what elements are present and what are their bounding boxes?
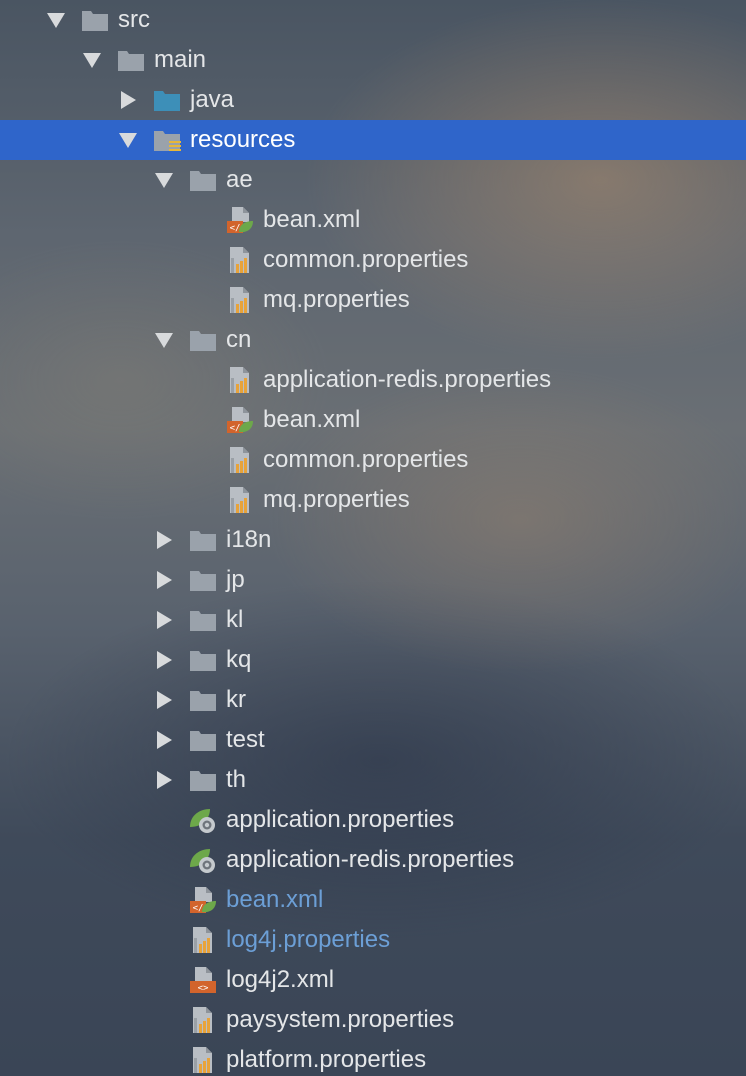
folder-icon <box>188 325 218 355</box>
tree-row-label: bean.xml <box>226 886 324 913</box>
tree-row-i18n[interactable]: i18n <box>0 520 746 560</box>
svg-text:<>: <> <box>198 984 209 994</box>
properties-file-icon <box>225 445 255 475</box>
tree-row-label: ae <box>226 166 253 193</box>
tree-row-application-redis-properties[interactable]: application-redis.properties <box>0 360 746 400</box>
properties-file-icon <box>225 245 255 275</box>
folder-icon <box>188 645 218 675</box>
properties-file-icon <box>188 925 218 955</box>
folder-icon <box>188 685 218 715</box>
properties-file-icon <box>188 1045 218 1075</box>
tree-row-label: java <box>190 86 235 113</box>
tree-row-label: resources <box>190 126 296 153</box>
tree-row-label: platform.properties <box>226 1046 427 1073</box>
folder-icon <box>188 565 218 595</box>
collapse-arrow-right-icon[interactable] <box>154 650 174 670</box>
spring-boot-properties-icon <box>188 845 218 875</box>
tree-row-label: application-redis.properties <box>263 366 552 393</box>
tree-row-label: test <box>226 726 265 753</box>
expand-arrow-down-icon[interactable] <box>118 130 138 150</box>
tree-row-label: log4j.properties <box>226 926 391 953</box>
svg-text:</: </ <box>230 424 241 434</box>
tree-row-src[interactable]: src <box>0 0 746 40</box>
tree-row-common-properties[interactable]: common.properties <box>0 240 746 280</box>
tree-row-bean-xml[interactable]: </ bean.xml <box>0 400 746 440</box>
tree-row-main[interactable]: main <box>0 40 746 80</box>
tree-row-java[interactable]: java <box>0 80 746 120</box>
source-folder-icon <box>152 85 182 115</box>
tree-row-label: common.properties <box>263 446 469 473</box>
spring-xml-icon: </ <box>225 205 255 235</box>
properties-file-icon <box>188 1005 218 1035</box>
folder-icon <box>188 765 218 795</box>
tree-row-label: bean.xml <box>263 206 361 233</box>
tree-row-jp[interactable]: jp <box>0 560 746 600</box>
tree-row-common-properties[interactable]: common.properties <box>0 440 746 480</box>
folder-icon <box>80 5 110 35</box>
tree-row-mq-properties[interactable]: mq.properties <box>0 480 746 520</box>
tree-row-label: kr <box>226 686 246 713</box>
tree-row-kr[interactable]: kr <box>0 680 746 720</box>
tree-row-label: application-redis.properties <box>226 846 515 873</box>
tree-row-test[interactable]: test <box>0 720 746 760</box>
collapse-arrow-right-icon[interactable] <box>154 770 174 790</box>
collapse-arrow-right-icon[interactable] <box>154 530 174 550</box>
collapse-arrow-right-icon[interactable] <box>118 90 138 110</box>
tree-row-label: src <box>118 6 150 33</box>
tree-row-platform-properties[interactable]: platform.properties <box>0 1040 746 1076</box>
tree-row-label: application.properties <box>226 806 455 833</box>
expand-arrow-down-icon[interactable] <box>46 10 66 30</box>
tree-row-label: cn <box>226 326 252 353</box>
spring-xml-icon: </ <box>188 885 218 915</box>
tree-row-label: th <box>226 766 247 793</box>
svg-text:</: </ <box>230 224 241 234</box>
properties-file-icon <box>225 365 255 395</box>
tree-row-log4j2-xml[interactable]: <> log4j2.xml <box>0 960 746 1000</box>
tree-row-kl[interactable]: kl <box>0 600 746 640</box>
tree-row-label: kl <box>226 606 244 633</box>
xml-file-icon: <> <box>188 965 218 995</box>
tree-row-label: common.properties <box>263 246 469 273</box>
tree-row-bean-xml[interactable]: </ bean.xml <box>0 880 746 920</box>
folder-icon <box>188 525 218 555</box>
tree-row-label: mq.properties <box>263 286 410 313</box>
tree-row-application-properties[interactable]: application.properties <box>0 800 746 840</box>
properties-file-icon <box>225 285 255 315</box>
tree-row-resources[interactable]: resources <box>0 120 746 160</box>
tree-row-label: log4j2.xml <box>226 966 335 993</box>
expand-arrow-down-icon[interactable] <box>82 50 102 70</box>
folder-icon <box>188 165 218 195</box>
tree-row-log4j-properties[interactable]: log4j.properties <box>0 920 746 960</box>
spring-boot-properties-icon <box>188 805 218 835</box>
collapse-arrow-right-icon[interactable] <box>154 730 174 750</box>
tree-row-paysystem-properties[interactable]: paysystem.properties <box>0 1000 746 1040</box>
folder-icon <box>188 725 218 755</box>
folder-icon <box>188 605 218 635</box>
tree-row-cn[interactable]: cn <box>0 320 746 360</box>
tree-row-label: main <box>154 46 207 73</box>
tree-row-label: jp <box>226 566 245 593</box>
tree-row-ae[interactable]: ae <box>0 160 746 200</box>
collapse-arrow-right-icon[interactable] <box>154 570 174 590</box>
tree-row-kq[interactable]: kq <box>0 640 746 680</box>
svg-text:</: </ <box>193 904 204 914</box>
tree-row-label: bean.xml <box>263 406 361 433</box>
expand-arrow-down-icon[interactable] <box>154 170 174 190</box>
project-tree: src main java resources ae </ bean.xml c… <box>0 0 746 1076</box>
spring-xml-icon: </ <box>225 405 255 435</box>
tree-row-application-redis-properties[interactable]: application-redis.properties <box>0 840 746 880</box>
tree-row-label: mq.properties <box>263 486 410 513</box>
properties-file-icon <box>225 485 255 515</box>
collapse-arrow-right-icon[interactable] <box>154 610 174 630</box>
expand-arrow-down-icon[interactable] <box>154 330 174 350</box>
tree-row-label: kq <box>226 646 252 673</box>
collapse-arrow-right-icon[interactable] <box>154 690 174 710</box>
tree-row-label: paysystem.properties <box>226 1006 455 1033</box>
tree-row-bean-xml[interactable]: </ bean.xml <box>0 200 746 240</box>
resources-folder-icon <box>152 125 182 155</box>
tree-row-label: i18n <box>226 526 272 553</box>
folder-icon <box>116 45 146 75</box>
tree-row-th[interactable]: th <box>0 760 746 800</box>
tree-row-mq-properties[interactable]: mq.properties <box>0 280 746 320</box>
